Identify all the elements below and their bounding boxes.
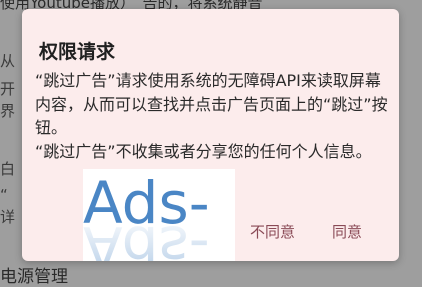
allow-button[interactable]: 同意 — [326, 217, 368, 246]
ads-logo-reflection-text: Ads- — [83, 213, 210, 261]
dialog-body-paragraph: “跳过广告”请求使用系统的无障碍API来读取屏幕内容，从而可以查找并点击广告页面… — [35, 71, 388, 137]
background-fragment: 开 — [0, 80, 16, 98]
ads-logo-reflection: Ads- — [83, 213, 210, 261]
dialog-body-paragraph: “跳过广告”不收集或者分享您的任何个人信息。 — [35, 141, 372, 161]
dialog-title: 权限请求 — [39, 41, 116, 63]
ads-logo-graphic: Ads- Ads- — [83, 169, 210, 261]
background-fragment: 从 — [0, 52, 16, 70]
dialog-body: “跳过广告”请求使用系统的无障碍API来读取屏幕内容，从而可以查找并点击广告页面… — [35, 69, 391, 163]
background-fragment: “ — [0, 186, 8, 204]
ads-logo: Ads- Ads- — [83, 169, 235, 261]
background-fragment: 详 — [0, 208, 16, 226]
deny-button[interactable]: 不同意 — [244, 217, 301, 246]
background-fragment: 界 — [0, 102, 16, 120]
background-bottom-text: 电源管理 — [0, 267, 68, 287]
background-fragment: 白 — [0, 160, 16, 178]
